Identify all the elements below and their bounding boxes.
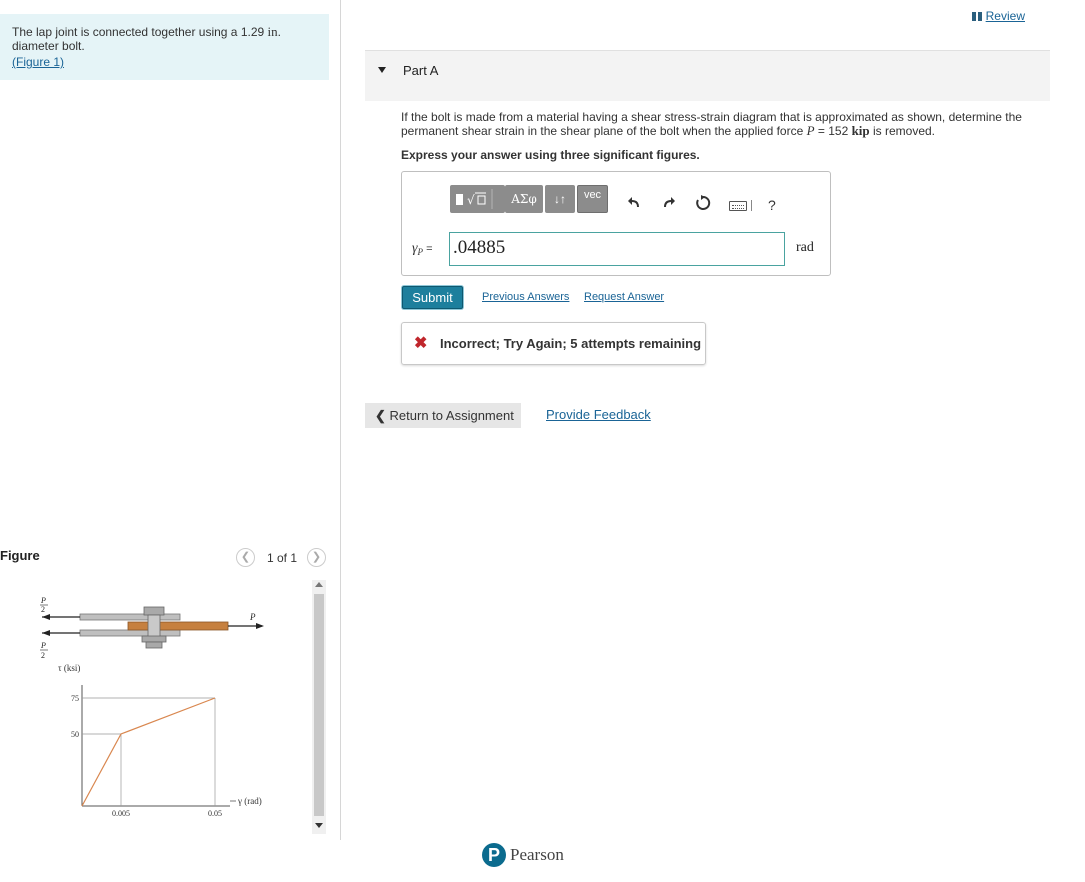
y-tick-label: 50 bbox=[71, 730, 79, 739]
greek-symbols-button[interactable]: ΑΣφ bbox=[505, 185, 543, 213]
scroll-down-icon[interactable] bbox=[315, 823, 323, 828]
top-plate bbox=[79, 613, 181, 621]
problem-unit: in bbox=[267, 24, 278, 39]
bolt-washer bbox=[141, 635, 167, 643]
vector-button[interactable]: vec bbox=[577, 185, 608, 213]
undo-icon[interactable] bbox=[627, 195, 641, 213]
undo-glyph bbox=[628, 197, 639, 207]
scroll-up-icon[interactable] bbox=[315, 582, 323, 587]
lap-joint-drawing: P P 2 P 2 bbox=[40, 596, 264, 660]
arrow-right-icon bbox=[256, 623, 264, 629]
chevron-left-icon: ❮ bbox=[240, 551, 251, 563]
return-label: Return to Assignment bbox=[389, 408, 514, 423]
reset-icon[interactable] bbox=[695, 195, 711, 215]
figure-link[interactable]: (Figure 1) bbox=[12, 55, 64, 69]
scrollbar-thumb[interactable] bbox=[314, 594, 324, 816]
review-icon bbox=[977, 12, 982, 21]
question-text-part: = 152 bbox=[814, 124, 852, 138]
question-text: If the bolt is made from a material havi… bbox=[401, 111, 1031, 138]
review-icon bbox=[971, 12, 976, 21]
pearson-logo: P bbox=[482, 843, 506, 867]
redo-icon[interactable] bbox=[662, 195, 676, 213]
templates-button[interactable]: √ bbox=[450, 185, 505, 213]
load-label: P bbox=[249, 612, 256, 622]
half-load-denominator: 2 bbox=[41, 651, 45, 660]
bolt-head bbox=[143, 606, 165, 616]
x-tick-label: 0.05 bbox=[208, 809, 222, 818]
part-header[interactable] bbox=[365, 51, 1050, 101]
instruction-text: Express your answer using three signific… bbox=[401, 148, 700, 162]
help-icon[interactable]: ? bbox=[768, 197, 776, 213]
bolt-shank bbox=[147, 614, 161, 638]
arrow-left-icon bbox=[42, 630, 50, 636]
variable-subscript: P bbox=[417, 247, 424, 258]
x-axis-label: γ (rad) bbox=[237, 796, 262, 806]
chevron-right-icon: ❯ bbox=[311, 551, 322, 563]
bolt-nut bbox=[145, 641, 163, 649]
figure-image: P P 2 P 2 τ (ksi) γ (rad) 75 50 0.005 0.… bbox=[40, 596, 264, 818]
arrow-left-icon bbox=[42, 614, 50, 620]
problem-statement: The lap joint is connected together usin… bbox=[0, 14, 329, 80]
chevron-left-icon: ❮ bbox=[375, 408, 386, 423]
bottom-plate bbox=[79, 629, 181, 637]
templates-icon: √ bbox=[456, 189, 493, 209]
middle-plate bbox=[127, 621, 229, 631]
y-axis-label: τ (ksi) bbox=[58, 663, 80, 673]
reset-glyph bbox=[696, 195, 711, 210]
problem-text-part: The lap joint is connected together usin… bbox=[12, 25, 268, 39]
force-variable: P bbox=[806, 123, 815, 138]
equals-sign: = bbox=[426, 243, 433, 255]
redo-glyph bbox=[664, 197, 675, 207]
problem-text: The lap joint is connected together usin… bbox=[12, 24, 317, 54]
force-unit: kip bbox=[851, 123, 870, 138]
submit-button[interactable]: Submit bbox=[402, 286, 463, 309]
y-tick-label: 75 bbox=[71, 694, 79, 703]
next-figure-button[interactable]: ❯ bbox=[307, 548, 326, 567]
answer-input[interactable]: .04885 bbox=[449, 232, 785, 266]
half-load-numerator: P bbox=[40, 596, 46, 605]
incorrect-icon: ✖ bbox=[414, 335, 428, 352]
caret-down-icon[interactable] bbox=[378, 67, 386, 73]
pearson-brand: Pearson bbox=[510, 845, 564, 864]
return-to-assignment-button[interactable]: ❮ Return to Assignment bbox=[365, 403, 521, 428]
part-title: Part A bbox=[403, 63, 439, 78]
review-link[interactable]: Review bbox=[971, 9, 1025, 23]
feedback-message: Incorrect; Try Again; 5 attempts remaini… bbox=[440, 336, 702, 351]
figure-pager: 1 of 1 bbox=[267, 551, 298, 565]
review-label: Review bbox=[985, 9, 1025, 23]
panel-divider bbox=[340, 0, 341, 840]
answer-unit: rad bbox=[796, 240, 814, 255]
x-tick-label: 0.005 bbox=[112, 809, 130, 818]
figure-heading: Figure bbox=[0, 548, 40, 563]
previous-answers-link[interactable]: Previous Answers bbox=[482, 291, 569, 303]
previous-figure-button[interactable]: ❮ bbox=[236, 548, 255, 567]
keyboard-icon[interactable] bbox=[729, 201, 747, 211]
half-load-denominator: 2 bbox=[41, 605, 45, 614]
answer-variable: γP = bbox=[412, 241, 433, 257]
question-text-part: is removed. bbox=[869, 124, 936, 138]
request-answer-link[interactable]: Request Answer bbox=[584, 291, 664, 303]
stress-strain-curve bbox=[81, 697, 216, 807]
half-load-numerator: P bbox=[40, 641, 46, 650]
subscript-superscript-button[interactable]: ↓↑ bbox=[545, 185, 575, 213]
svg-text:√: √ bbox=[467, 193, 475, 207]
provide-feedback-link[interactable]: Provide Feedback bbox=[546, 407, 651, 422]
stress-strain-chart: τ (ksi) γ (rad) 75 50 0.005 0.05 bbox=[58, 663, 262, 818]
toolbar-separator bbox=[751, 200, 752, 211]
